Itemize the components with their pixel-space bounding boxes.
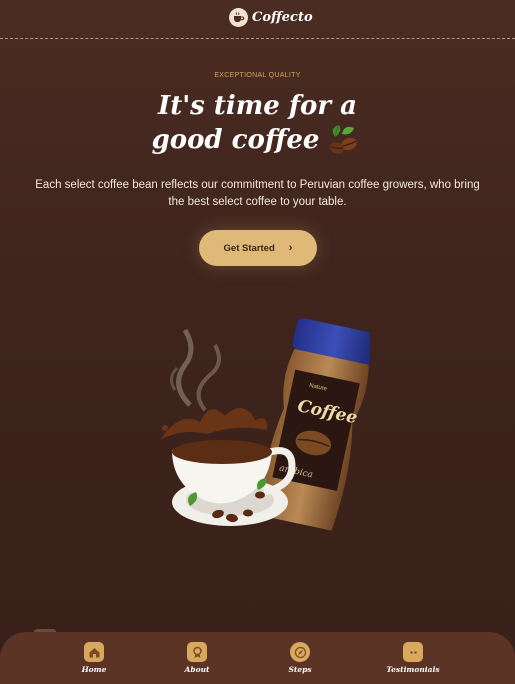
nav-item-steps[interactable]: Steps [260,642,340,674]
bottom-navigation: Home About Steps Testimonials [0,632,515,684]
headline-line-1: It's time for a [158,91,357,121]
coffee-product-illustration: Nature Coffee arabica [160,318,370,531]
brand-logo[interactable]: Coffecto [229,8,313,27]
header-divider [0,38,515,39]
nav-label-about: About [184,665,210,674]
nav-label-home: Home [81,665,107,674]
nav-item-about[interactable]: About [157,642,237,674]
page-title: It's time for a good coffee [0,90,515,157]
chat-icon [403,642,423,662]
coffee-cup-icon [229,8,248,27]
award-icon [187,642,207,662]
chevron-right-icon: › [288,242,293,254]
eyebrow-text: EXCEPTIONAL QUALITY [214,72,301,79]
coffee-beans-icon [330,124,358,154]
headline-line-2: good coffee [151,124,320,155]
nav-item-testimonials[interactable]: Testimonials [373,642,453,674]
nav-item-home[interactable]: Home [54,642,134,674]
nav-label-steps: Steps [288,665,312,674]
get-started-button[interactable]: Get Started › [199,230,317,266]
compass-icon [290,642,310,662]
get-started-label: Get Started [223,242,275,254]
brand-name: Coffecto [252,10,313,25]
hero-description: Each select coffee bean reflects our com… [35,179,480,208]
top-bar: Coffecto [0,0,515,38]
home-icon [84,642,104,662]
nav-label-testimonials: Testimonials [386,665,440,674]
